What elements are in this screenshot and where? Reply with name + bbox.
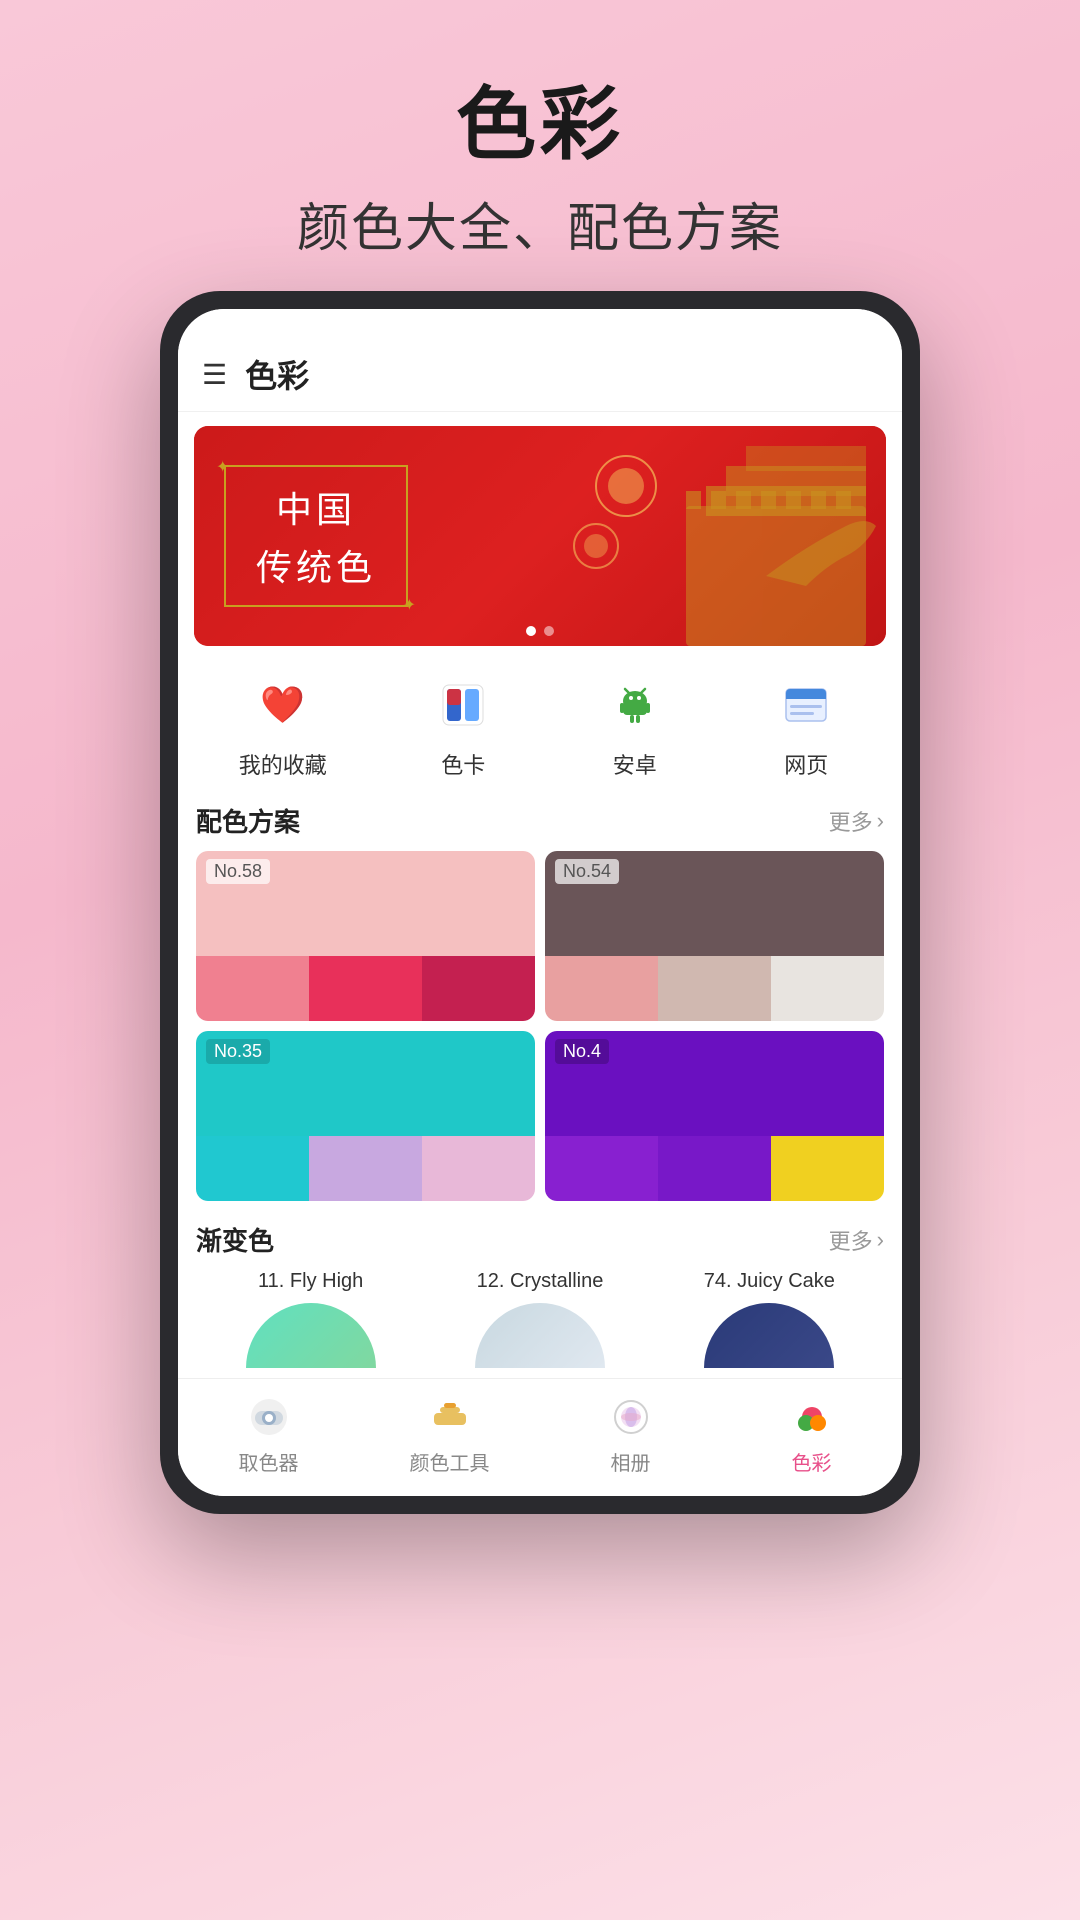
swatch-54-1 (545, 956, 658, 1021)
bottom-nav-label-album: 相册 (611, 1447, 651, 1476)
palette-no-58: No.58 (206, 859, 270, 884)
gradient-items: 11. Fly High 12. Crystalline 74. Juicy C… (178, 1270, 902, 1368)
tools-icon (426, 1393, 474, 1441)
gradient-title-2: 12. Crystalline (425, 1270, 654, 1293)
swatch-58-1 (196, 956, 309, 1021)
swatch-35-2 (309, 1136, 422, 1201)
bottom-nav-label-color: 色彩 (792, 1447, 832, 1476)
swatch-4-3 (771, 1136, 884, 1201)
header-title: 色彩 (245, 351, 309, 397)
palette-card-58[interactable]: No.58 (196, 851, 535, 1021)
bottom-nav-album[interactable]: 相册 (540, 1393, 721, 1476)
palette-bottom-58 (196, 956, 535, 1021)
favorites-icon: ❤️ (248, 670, 318, 740)
banner-dots (526, 626, 554, 636)
banner-line2: 传统色 (256, 539, 376, 591)
nav-item-web[interactable]: 网页 (771, 670, 841, 780)
menu-icon[interactable]: ☰ (202, 358, 227, 391)
picker-icon (245, 1393, 293, 1441)
swatch-35-1 (196, 1136, 309, 1201)
nav-item-colorcard[interactable]: 色卡 (428, 670, 498, 780)
swatch-54-3 (771, 956, 884, 1021)
nav-item-favorites[interactable]: ❤️ 我的收藏 (239, 670, 327, 780)
banner-text-box: 中国 传统色 (224, 465, 408, 607)
banner-dot-1 (526, 626, 536, 636)
nav-item-android[interactable]: 安卓 (600, 670, 670, 780)
palette-section-header: 配色方案 更多 › (178, 796, 902, 851)
palette-bottom-54 (545, 956, 884, 1021)
palette-no-35: No.35 (206, 1039, 270, 1064)
palette-bottom-35 (196, 1136, 535, 1201)
gradient-section-header: 渐变色 更多 › (178, 1215, 902, 1270)
gradient-section: 渐变色 更多 › 11. Fly High 12. Crystalline (178, 1215, 902, 1378)
banner-bg: 中国 传统色 (194, 426, 886, 646)
bottom-nav: 取色器 颜色工具 (178, 1378, 902, 1496)
gradient-title-3: 74. Juicy Cake (655, 1270, 884, 1293)
banner-area[interactable]: 中国 传统色 (194, 426, 886, 646)
palette-card-35[interactable]: No.35 (196, 1031, 535, 1201)
banner-line1: 中国 (256, 481, 376, 533)
android-icon (600, 670, 670, 740)
bottom-nav-tools[interactable]: 颜色工具 (359, 1393, 540, 1476)
gradient-item-2[interactable]: 12. Crystalline (425, 1270, 654, 1368)
gradient-circle-2 (475, 1303, 605, 1368)
palette-section-more[interactable]: 更多 › (829, 805, 884, 837)
phone-screen: ☰ 色彩 中国 传统色 (178, 309, 902, 1496)
palette-no-54: No.54 (555, 859, 619, 884)
app-title-area: 色彩 颜色大全、配色方案 (297, 60, 783, 261)
palette-card-54[interactable]: No.54 (545, 851, 884, 1021)
swatch-54-2 (658, 956, 771, 1021)
palette-grid: No.58 No.54 (178, 851, 902, 1215)
color-icon (788, 1393, 836, 1441)
bottom-nav-color[interactable]: 色彩 (721, 1393, 902, 1476)
banner-dot-2 (544, 626, 554, 636)
phone-frame: ☰ 色彩 中国 传统色 (160, 291, 920, 1514)
nav-label-colorcard: 色卡 (441, 748, 485, 780)
swatch-58-3 (422, 956, 535, 1021)
gradient-circle-3 (704, 1303, 834, 1368)
bottom-nav-label-tools: 颜色工具 (410, 1447, 490, 1476)
palette-bottom-4 (545, 1136, 884, 1201)
swatch-35-3 (422, 1136, 535, 1201)
status-bar (178, 309, 902, 339)
album-icon (607, 1393, 655, 1441)
palette-card-4[interactable]: No.4 (545, 1031, 884, 1201)
nav-label-web: 网页 (784, 748, 828, 780)
gradient-circle-1 (246, 1303, 376, 1368)
colorcard-icon (428, 670, 498, 740)
app-subtitle: 颜色大全、配色方案 (297, 186, 783, 261)
nav-label-android: 安卓 (613, 748, 657, 780)
quick-nav: ❤️ 我的收藏 色卡 (178, 646, 902, 796)
great-wall-decoration (566, 426, 886, 646)
swatch-58-2 (309, 956, 422, 1021)
app-title: 色彩 (297, 60, 783, 176)
web-icon (771, 670, 841, 740)
gradient-section-title: 渐变色 (196, 1221, 274, 1258)
bottom-nav-picker[interactable]: 取色器 (178, 1393, 359, 1476)
bottom-nav-label-picker: 取色器 (239, 1447, 299, 1476)
gradient-item-1[interactable]: 11. Fly High (196, 1270, 425, 1368)
app-header: ☰ 色彩 (178, 339, 902, 412)
gradient-title-1: 11. Fly High (196, 1270, 425, 1293)
gradient-item-3[interactable]: 74. Juicy Cake (655, 1270, 884, 1368)
swatch-4-2 (658, 1136, 771, 1201)
gradient-section-more[interactable]: 更多 › (829, 1224, 884, 1256)
swatch-4-1 (545, 1136, 658, 1201)
palette-no-4: No.4 (555, 1039, 609, 1064)
nav-label-favorites: 我的收藏 (239, 748, 327, 780)
palette-section-title: 配色方案 (196, 802, 300, 839)
scroll-content: 中国 传统色 (178, 412, 902, 1378)
